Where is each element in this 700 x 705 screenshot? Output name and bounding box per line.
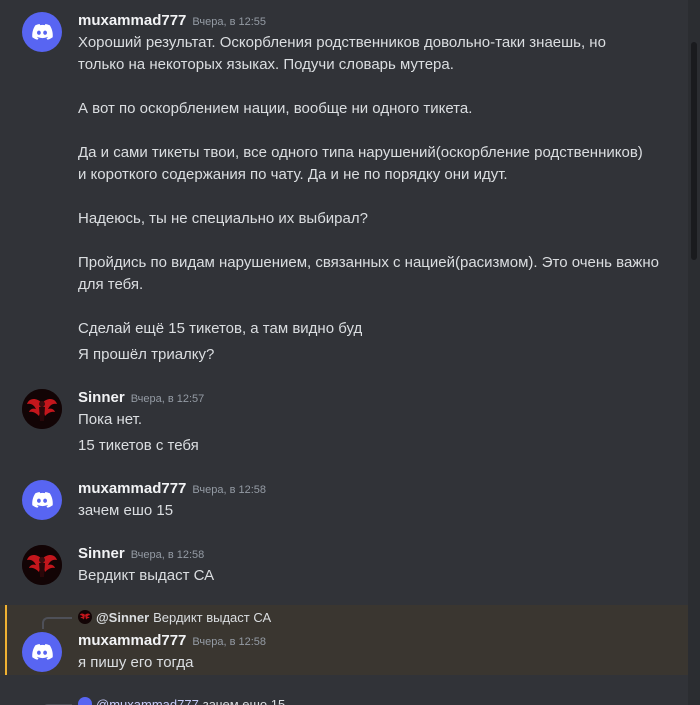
message-text: Надеюсь, ты не специально их выбирал? <box>78 210 368 227</box>
mention-highlight-bar <box>5 605 7 675</box>
message-header: muxammad777 Вчера, в 12:55 <box>78 12 266 30</box>
reply-avatar <box>78 697 92 705</box>
message-text: Сделай ещё 15 тикетов, а там видно буд <box>78 320 363 337</box>
message-text: 15 тикетов с тебя <box>78 437 199 454</box>
message-header: muxammad777 Вчера, в 12:58 <box>78 480 266 498</box>
red-angel-avatar-icon <box>79 613 91 620</box>
scrollbar-track[interactable] <box>688 0 700 705</box>
avatar[interactable] <box>22 545 62 585</box>
timestamp[interactable]: Вчера, в 12:58 <box>192 636 266 648</box>
reply-preview[interactable]: @Sinner Вердикт выдаст СА <box>78 610 271 625</box>
message-text: А вот по оскорблением нации, вообще ни о… <box>78 100 473 117</box>
message-header: muxammad777 Вчера, в 12:58 <box>78 632 266 650</box>
timestamp[interactable]: Вчера, в 12:58 <box>131 549 205 561</box>
timestamp[interactable]: Вчера, в 12:57 <box>131 393 205 405</box>
reply-spine <box>42 617 72 629</box>
message-text: Я прошёл триалку? <box>78 346 215 363</box>
avatar[interactable] <box>22 480 62 520</box>
message-text: я пишу его тогда <box>78 654 194 671</box>
reply-preview[interactable]: @muxammad777 зачем ешо 15 <box>78 697 285 705</box>
author-name[interactable]: muxammad777 <box>78 12 186 29</box>
reply-text: зачем ешо 15 <box>202 697 286 705</box>
message-text: Вердикт выдаст СА <box>78 567 215 584</box>
message-text: Да и сами тикеты твои, все одного типа н… <box>78 144 643 161</box>
red-angel-avatar-icon <box>22 545 62 585</box>
author-name[interactable]: Sinner <box>78 389 125 406</box>
avatar[interactable] <box>22 389 62 429</box>
author-name[interactable]: muxammad777 <box>78 632 186 649</box>
message-text: только на некоторых языках. Подучи слова… <box>78 56 454 73</box>
chat-messages-area[interactable]: muxammad777 Вчера, в 12:55 Хороший резуль… <box>0 0 700 705</box>
scrollbar-thumb[interactable] <box>691 42 697 260</box>
author-name[interactable]: muxammad777 <box>78 480 186 497</box>
message-text: Пройдись по видам нарушением, связанных … <box>78 254 659 271</box>
red-angel-avatar-icon <box>22 389 62 429</box>
avatar[interactable] <box>22 632 62 672</box>
reply-mention[interactable]: @muxammad777 <box>96 697 199 705</box>
discord-logo-icon <box>32 24 53 40</box>
message-text: и короткого содержания по чату. Да и не … <box>78 166 508 183</box>
discord-logo-icon <box>32 492 53 508</box>
message-text: Хороший результат. Оскорбления родственн… <box>78 34 606 51</box>
message-header: Sinner Вчера, в 12:57 <box>78 389 204 407</box>
reply-avatar <box>78 610 92 624</box>
message-text: для тебя. <box>78 276 144 293</box>
message-text: Пока нет. <box>78 411 143 428</box>
timestamp[interactable]: Вчера, в 12:55 <box>192 16 266 28</box>
message-header: Sinner Вчера, в 12:58 <box>78 545 204 563</box>
avatar[interactable] <box>22 12 62 52</box>
reply-mention[interactable]: @Sinner <box>96 610 149 625</box>
timestamp[interactable]: Вчера, в 12:58 <box>192 484 266 496</box>
author-name[interactable]: Sinner <box>78 545 125 562</box>
discord-logo-icon <box>32 644 53 660</box>
message-text: зачем ешо 15 <box>78 502 174 519</box>
reply-text: Вердикт выдаст СА <box>153 610 272 625</box>
